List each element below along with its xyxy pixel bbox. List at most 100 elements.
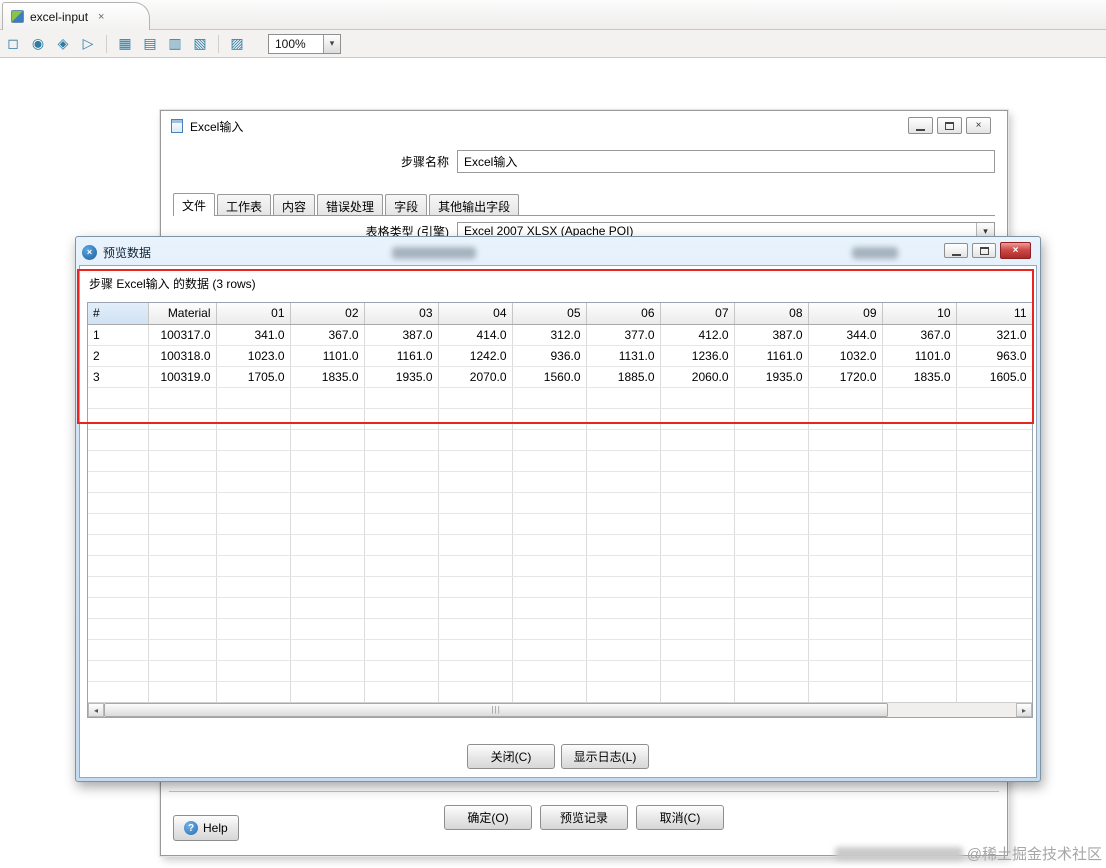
column-header-06[interactable]: 06	[586, 303, 661, 325]
cell	[956, 639, 1032, 661]
cell	[660, 513, 735, 535]
close-button[interactable]: ×	[966, 117, 991, 134]
new-file-icon[interactable]: ◻	[3, 34, 23, 54]
cell: 1560.0	[512, 366, 587, 388]
cell: 1705.0	[216, 366, 291, 388]
tab-file[interactable]: 文件	[173, 193, 216, 216]
preview-icon[interactable]: ◉	[28, 34, 48, 54]
column-header-04[interactable]: 04	[438, 303, 513, 325]
run-config-icon[interactable]: ◈	[53, 34, 73, 54]
table-row[interactable]: 2 100318.0 1023.0 1101.0 1161.0 1242.0 936.0 11…	[88, 345, 1032, 367]
copy-icon[interactable]: ▤	[140, 34, 160, 54]
cell	[438, 513, 513, 535]
preview-table-body: 1 100317.0 341.0 367.0 387.0 414.0 312.0 377.0 4…	[88, 324, 1032, 703]
column-header-05[interactable]: 05	[512, 303, 587, 325]
print-icon[interactable]: ▨	[227, 34, 247, 54]
excel-dialog-window-controls: ×	[908, 117, 991, 134]
preview-subtitle: 步骤 Excel输入 的数据 (3 rows)	[89, 277, 256, 291]
cell	[808, 492, 883, 514]
cell	[148, 555, 217, 577]
show-log-button[interactable]: 显示日志(L)	[561, 744, 649, 769]
column-header-row-number[interactable]: #	[88, 303, 149, 325]
scrollbar-thumb[interactable]: |||	[104, 703, 889, 717]
cell	[512, 513, 587, 535]
cell	[512, 597, 587, 619]
column-header-03[interactable]: 03	[364, 303, 439, 325]
excel-dialog-titlebar[interactable]: Excel输入	[161, 111, 1007, 141]
cell	[512, 555, 587, 577]
cell	[882, 639, 957, 661]
scrollbar-track[interactable]: |||	[104, 703, 1016, 717]
preview-records-button[interactable]: 预览记录	[540, 805, 628, 830]
step-name-input[interactable]	[457, 149, 995, 173]
cell	[808, 429, 883, 451]
cell: 1935.0	[364, 366, 439, 388]
column-header-01[interactable]: 01	[216, 303, 291, 325]
cell	[216, 597, 291, 619]
editor-tab-excel-input[interactable]: excel-input ×	[2, 2, 150, 30]
cell	[882, 429, 957, 451]
zoom-value: 100%	[275, 36, 306, 51]
cell: 1835.0	[882, 366, 957, 388]
preview-dialog-titlebar[interactable]: × 预览数据	[82, 242, 910, 262]
column-header-11[interactable]: 11	[956, 303, 1032, 325]
minimize-button[interactable]	[944, 243, 968, 258]
column-header-02[interactable]: 02	[290, 303, 365, 325]
cell	[512, 492, 587, 514]
tab-error-handling[interactable]: 错误处理	[317, 194, 384, 215]
tab-worksheet[interactable]: 工作表	[217, 194, 272, 215]
table-row[interactable]: 1 100317.0 341.0 367.0 387.0 414.0 312.0 377.0 4…	[88, 324, 1032, 346]
close-preview-button[interactable]: 关闭(C)	[467, 744, 555, 769]
grid-icon[interactable]: ▦	[115, 34, 135, 54]
cell	[364, 534, 439, 556]
cell: 1935.0	[734, 366, 809, 388]
cell	[734, 492, 809, 514]
database-icon[interactable]: ▧	[190, 34, 210, 54]
cell	[956, 660, 1032, 682]
column-header-material[interactable]: Material	[148, 303, 217, 325]
cell	[956, 618, 1032, 640]
tab-content[interactable]: 内容	[273, 194, 316, 215]
cell	[956, 513, 1032, 535]
application-window: excel-input × ◻ ◉ ◈ ▷ ▦ ▤ ▥ ▧ ▨ 100% ▾ E…	[0, 0, 1106, 868]
column-header-07[interactable]: 07	[660, 303, 735, 325]
scroll-left-icon[interactable]: ◂	[88, 703, 104, 717]
blurred-watermark	[834, 847, 963, 860]
empty-row	[88, 681, 1032, 703]
tab-close-icon[interactable]: ×	[98, 11, 104, 23]
tab-other-output-fields[interactable]: 其他输出字段	[429, 194, 520, 215]
cell: 1101.0	[290, 345, 365, 367]
cell	[88, 576, 149, 598]
paste-icon[interactable]: ▥	[165, 34, 185, 54]
cell	[734, 387, 809, 409]
cell	[438, 534, 513, 556]
cancel-button[interactable]: 取消(C)	[636, 805, 724, 830]
maximize-button[interactable]	[972, 243, 996, 258]
cell	[290, 576, 365, 598]
chevron-down-icon[interactable]: ▾	[323, 34, 340, 53]
cell	[586, 660, 661, 682]
column-header-10[interactable]: 10	[882, 303, 957, 325]
ok-button[interactable]: 确定(O)	[444, 805, 532, 830]
close-button[interactable]: ×	[1000, 242, 1031, 259]
run-icon[interactable]: ▷	[78, 34, 98, 54]
cell	[438, 639, 513, 661]
cell	[512, 534, 587, 556]
cell	[586, 513, 661, 535]
column-header-09[interactable]: 09	[808, 303, 883, 325]
minimize-button[interactable]	[908, 117, 933, 134]
cell	[148, 471, 217, 493]
main-toolbar: ◻ ◉ ◈ ▷ ▦ ▤ ▥ ▧ ▨ 100% ▾	[0, 30, 1106, 58]
preview-dialog-icon: ×	[82, 244, 97, 260]
cell	[660, 660, 735, 682]
tab-fields[interactable]: 字段	[385, 194, 428, 215]
maximize-button[interactable]	[937, 117, 962, 134]
cell: 1835.0	[290, 366, 365, 388]
cell	[148, 513, 217, 535]
scroll-right-icon[interactable]: ▸	[1016, 703, 1032, 717]
cell: 321.0	[956, 324, 1032, 346]
table-row[interactable]: 3 100319.0 1705.0 1835.0 1935.0 2070.0 1560.0 1…	[88, 366, 1032, 388]
zoom-combobox[interactable]: 100% ▾	[268, 33, 341, 54]
horizontal-scrollbar[interactable]: ◂ ||| ▸	[88, 702, 1032, 717]
column-header-08[interactable]: 08	[734, 303, 809, 325]
